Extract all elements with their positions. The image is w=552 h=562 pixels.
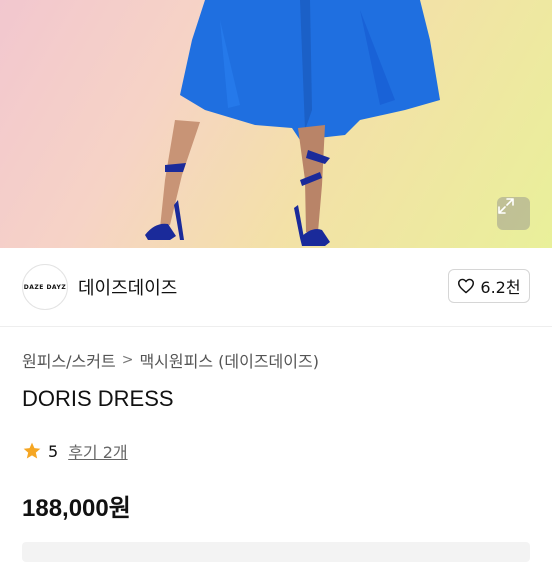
- rating-score: 5: [48, 441, 59, 461]
- expand-image-button[interactable]: [497, 197, 530, 230]
- product-title: DORIS DRESS: [22, 386, 174, 411]
- product-price: 188,000원: [22, 495, 131, 522]
- shop-logo[interactable]: DAZE DAYZ: [22, 264, 68, 310]
- shop-logo-text: DAZE DAYZ: [23, 283, 67, 291]
- shop-name[interactable]: 데이즈데이즈: [78, 274, 177, 300]
- breadcrumb: 원피스/스커트 > 맥시원피스 (데이즈데이즈): [22, 348, 319, 372]
- star-icon: [23, 442, 41, 459]
- expand-icon: [498, 198, 514, 214]
- breadcrumb-separator: >: [121, 352, 134, 368]
- breadcrumb-item-category[interactable]: 원피스/스커트: [22, 348, 116, 372]
- like-count: 6.2천: [480, 278, 521, 297]
- breadcrumb-item-subcategory[interactable]: 맥시원피스 (데이즈데이즈): [139, 348, 319, 372]
- reviews-link[interactable]: 후기 2개: [68, 439, 127, 463]
- bottom-section: [22, 542, 530, 562]
- product-image[interactable]: [0, 0, 552, 248]
- product-rating: 5 후기 2개: [22, 439, 128, 463]
- like-button[interactable]: 6.2천: [448, 269, 530, 303]
- heart-icon: [458, 278, 475, 294]
- product-photo-illustration: [145, 0, 440, 246]
